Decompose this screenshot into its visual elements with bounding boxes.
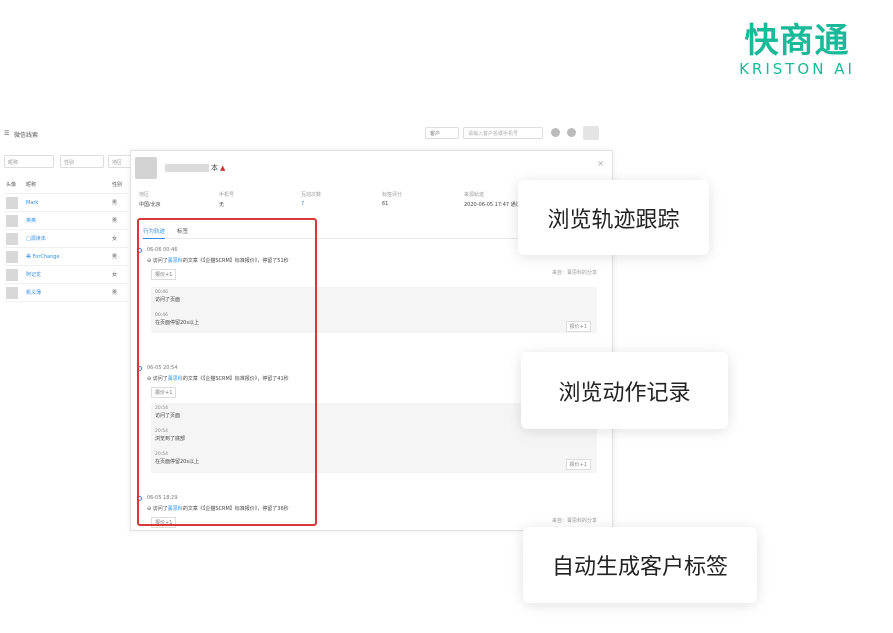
page-title: 微信线索 xyxy=(14,132,39,139)
list-header: 头像 昵称 性别 xyxy=(4,176,128,194)
add-icon[interactable] xyxy=(551,128,560,137)
list-item-name[interactable]: 帆义薄 xyxy=(26,284,41,302)
info-label: 互动次数 xyxy=(301,192,322,198)
gender-icon: ▲ xyxy=(220,164,226,172)
avatar xyxy=(6,215,18,227)
highlight-frame xyxy=(137,218,317,526)
customer-name-redacted xyxy=(165,164,209,172)
search-input[interactable]: 请输入客户名或手机号 xyxy=(463,127,543,139)
info-value: 无 xyxy=(219,202,225,208)
list-item[interactable]: Mark 男 xyxy=(4,194,128,212)
customer-name-suffix: 本 xyxy=(211,164,218,172)
action-tag: 报价+1 xyxy=(565,459,591,470)
list-item[interactable]: 美 ForChange 男 xyxy=(4,248,128,266)
event-source: 来自：菁思科的分享 xyxy=(551,270,597,276)
avatar xyxy=(6,251,18,263)
logo-cn-text: 快商通 xyxy=(744,21,850,61)
list-item[interactable]: 阿记龙 女 xyxy=(4,266,128,284)
list-item[interactable]: 英英 男 xyxy=(4,212,128,230)
avatar xyxy=(6,269,18,281)
brand-logo: 快商通 KRISTON AI xyxy=(733,22,861,78)
region-filter[interactable]: 地区 xyxy=(108,155,132,168)
logo-en-text: KRISTON AI xyxy=(739,60,855,78)
settings-icon[interactable] xyxy=(567,128,576,137)
customer-avatar xyxy=(135,157,157,179)
header-avatar: 头像 xyxy=(6,182,17,188)
avatar xyxy=(6,197,18,209)
header-nickname: 昵称 xyxy=(26,182,37,188)
lead-list: 头像 昵称 性别 Mark 男 英英男 □源读本女 美 ForChange 男 阿记… xyxy=(4,176,128,302)
info-value: 61 xyxy=(382,201,389,207)
list-item-name[interactable]: Mark xyxy=(26,194,38,212)
list-item-name[interactable]: 阿记龙 xyxy=(26,266,41,284)
list-item-gender: 男 xyxy=(112,254,118,260)
customer-select[interactable]: 客户 xyxy=(425,127,459,139)
list-item-name[interactable]: □源读本 xyxy=(26,230,46,248)
callout-auto-tag: 自动生成客户标签 xyxy=(523,527,757,603)
info-value[interactable]: 7 xyxy=(301,201,321,207)
list-item-gender: 女 xyxy=(112,272,118,278)
list-item-gender: 男 xyxy=(112,290,118,296)
filter-bar: 昵称 性别 地区 xyxy=(4,155,132,169)
list-item[interactable]: 帆义薄 男 xyxy=(4,284,128,302)
gender-filter[interactable]: 性别 xyxy=(60,155,104,168)
nickname-filter[interactable]: 昵称 xyxy=(4,155,54,168)
info-value: 中国/北京 xyxy=(139,202,161,208)
list-item[interactable]: □源读本 女 xyxy=(4,230,128,248)
list-item-name[interactable]: 英英 xyxy=(26,212,36,230)
list-item-gender: 男 xyxy=(112,218,118,224)
app-header: ☰ 微信线索 客户 请输入客户名或手机号 xyxy=(0,124,620,144)
avatar xyxy=(6,233,18,245)
event-source: 来自：菁思科的分享 xyxy=(551,518,597,524)
menu-icon[interactable]: ☰ xyxy=(4,130,9,137)
action-tag: 报价+1 xyxy=(565,321,591,332)
info-label: 标签评分 xyxy=(382,192,403,198)
avatar xyxy=(6,287,18,299)
callout-browse-track: 浏览轨迹跟踪 xyxy=(518,180,709,255)
info-label: 手机号 xyxy=(219,192,235,198)
user-avatar[interactable] xyxy=(583,126,599,140)
info-label: 地区 xyxy=(139,192,150,198)
list-item-gender: 男 xyxy=(112,200,118,206)
header-gender: 性别 xyxy=(112,182,123,188)
callout-browse-action: 浏览动作记录 xyxy=(521,352,728,429)
customer-name: 本 ▲ xyxy=(211,163,225,173)
close-icon[interactable]: × xyxy=(597,159,604,168)
list-item-name[interactable]: 美 ForChange xyxy=(26,248,60,266)
list-item-gender: 女 xyxy=(112,236,118,242)
